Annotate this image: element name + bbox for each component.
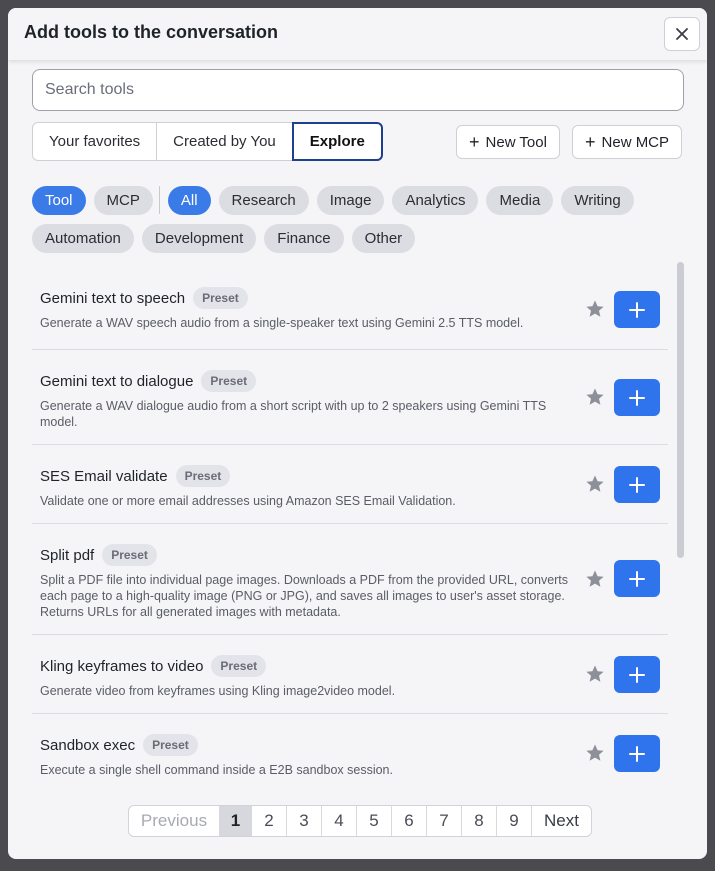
plus-icon: +: [585, 132, 596, 152]
scrollbar-thumb[interactable]: [677, 262, 684, 558]
list-item: Gemini text to speech Preset Generate a …: [32, 264, 668, 350]
plus-icon: [629, 389, 645, 406]
chip-image[interactable]: Image: [316, 185, 385, 215]
page-2-button[interactable]: 2: [251, 806, 286, 836]
star-icon[interactable]: [585, 299, 605, 319]
chip-mcp[interactable]: MCP: [93, 185, 153, 215]
add-tool-button[interactable]: [614, 656, 660, 693]
star-icon[interactable]: [585, 664, 605, 684]
page-8-button[interactable]: 8: [461, 806, 496, 836]
preset-badge: Preset: [201, 370, 257, 392]
chip-research[interactable]: Research: [218, 185, 309, 215]
chip-other[interactable]: Other: [351, 223, 416, 253]
add-tools-dialog: Add tools to the conversation Your favor…: [8, 8, 707, 859]
tool-name: Gemini text to dialogue: [40, 372, 194, 390]
star-icon[interactable]: [585, 569, 605, 589]
dialog-title: Add tools to the conversation: [24, 22, 279, 42]
close-icon: [676, 28, 688, 40]
plus-icon: [629, 476, 645, 493]
tool-name: Gemini text to speech: [40, 289, 186, 307]
tool-description: Execute a single shell command inside a …: [40, 763, 393, 777]
plus-icon: [629, 666, 645, 683]
tool-name: Sandbox exec: [40, 736, 136, 754]
tool-name: Split pdf: [40, 546, 95, 564]
add-tool-button[interactable]: [614, 379, 660, 416]
page-1-button[interactable]: 1: [219, 806, 251, 836]
close-button[interactable]: [664, 17, 700, 51]
new-tool-label: New Tool: [485, 133, 547, 151]
list-item: Kling keyframes to video Preset Generate…: [32, 635, 668, 714]
chip-media[interactable]: Media: [486, 185, 554, 215]
preset-badge: Preset: [143, 734, 198, 756]
filter-chips: Tool MCP All Research Image Analytics Me…: [32, 185, 672, 261]
add-tool-button[interactable]: [614, 560, 660, 597]
page-6-button[interactable]: 6: [391, 806, 426, 836]
page-9-button[interactable]: 9: [496, 806, 531, 836]
tab-created-by-you[interactable]: Created by You: [156, 122, 293, 161]
star-icon[interactable]: [585, 387, 605, 407]
new-tool-button[interactable]: + New Tool: [456, 125, 560, 159]
new-mcp-label: New MCP: [601, 133, 670, 151]
page-5-button[interactable]: 5: [356, 806, 391, 836]
chip-tool[interactable]: Tool: [32, 185, 86, 215]
chip-automation[interactable]: Automation: [32, 223, 134, 253]
search-input[interactable]: [32, 69, 684, 111]
tab-group: Your favorites Created by You Explore: [32, 122, 383, 161]
star-icon[interactable]: [585, 474, 605, 494]
list-item: Split pdf Preset Split a PDF file into i…: [32, 524, 668, 635]
tool-description: Generate video from keyframes using Klin…: [40, 684, 396, 698]
tool-name: SES Email validate: [40, 467, 168, 485]
page-7-button[interactable]: 7: [426, 806, 461, 836]
tab-your-favorites[interactable]: Your favorites: [32, 122, 158, 161]
add-tool-button[interactable]: [614, 466, 660, 503]
plus-icon: [629, 745, 645, 762]
dialog-header: Add tools to the conversation: [8, 8, 707, 60]
chip-divider: [158, 186, 160, 214]
tab-explore[interactable]: Explore: [291, 122, 383, 161]
tool-description: Generate a WAV dialogue audio from a sho…: [40, 399, 547, 429]
add-tool-button[interactable]: [614, 291, 660, 328]
next-page-button[interactable]: Next: [531, 806, 591, 836]
chip-all[interactable]: All: [167, 185, 211, 215]
preset-badge: Preset: [211, 655, 267, 677]
chip-analytics[interactable]: Analytics: [392, 185, 479, 215]
tool-description: Split a PDF file into individual page im…: [40, 573, 569, 619]
plus-icon: [629, 570, 645, 587]
tool-list: Gemini text to speech Preset Generate a …: [32, 264, 668, 786]
previous-page-button[interactable]: Previous: [129, 806, 219, 836]
new-mcp-button[interactable]: + New MCP: [572, 125, 683, 159]
star-icon[interactable]: [585, 743, 605, 763]
chip-development[interactable]: Development: [141, 223, 257, 253]
tool-description: Validate one or more email addresses usi…: [40, 494, 456, 508]
plus-icon: +: [469, 132, 480, 152]
list-item: Sandbox exec Preset Execute a single she…: [32, 714, 668, 786]
tool-description: Generate a WAV speech audio from a singl…: [40, 316, 524, 330]
chip-writing[interactable]: Writing: [561, 185, 634, 215]
page-3-button[interactable]: 3: [286, 806, 321, 836]
page-4-button[interactable]: 4: [321, 806, 356, 836]
list-item: Gemini text to dialogue Preset Generate …: [32, 350, 668, 445]
chip-finance[interactable]: Finance: [264, 223, 344, 253]
plus-icon: [629, 301, 645, 318]
preset-badge: Preset: [175, 465, 231, 487]
preset-badge: Preset: [102, 544, 157, 566]
list-item: SES Email validate Preset Validate one o…: [32, 445, 668, 524]
tool-name: Kling keyframes to video: [40, 657, 204, 675]
pagination: Previous 1 2 3 4 5 6 7 8 9 Next: [128, 805, 592, 837]
add-tool-button[interactable]: [614, 735, 660, 772]
preset-badge: Preset: [193, 287, 248, 309]
